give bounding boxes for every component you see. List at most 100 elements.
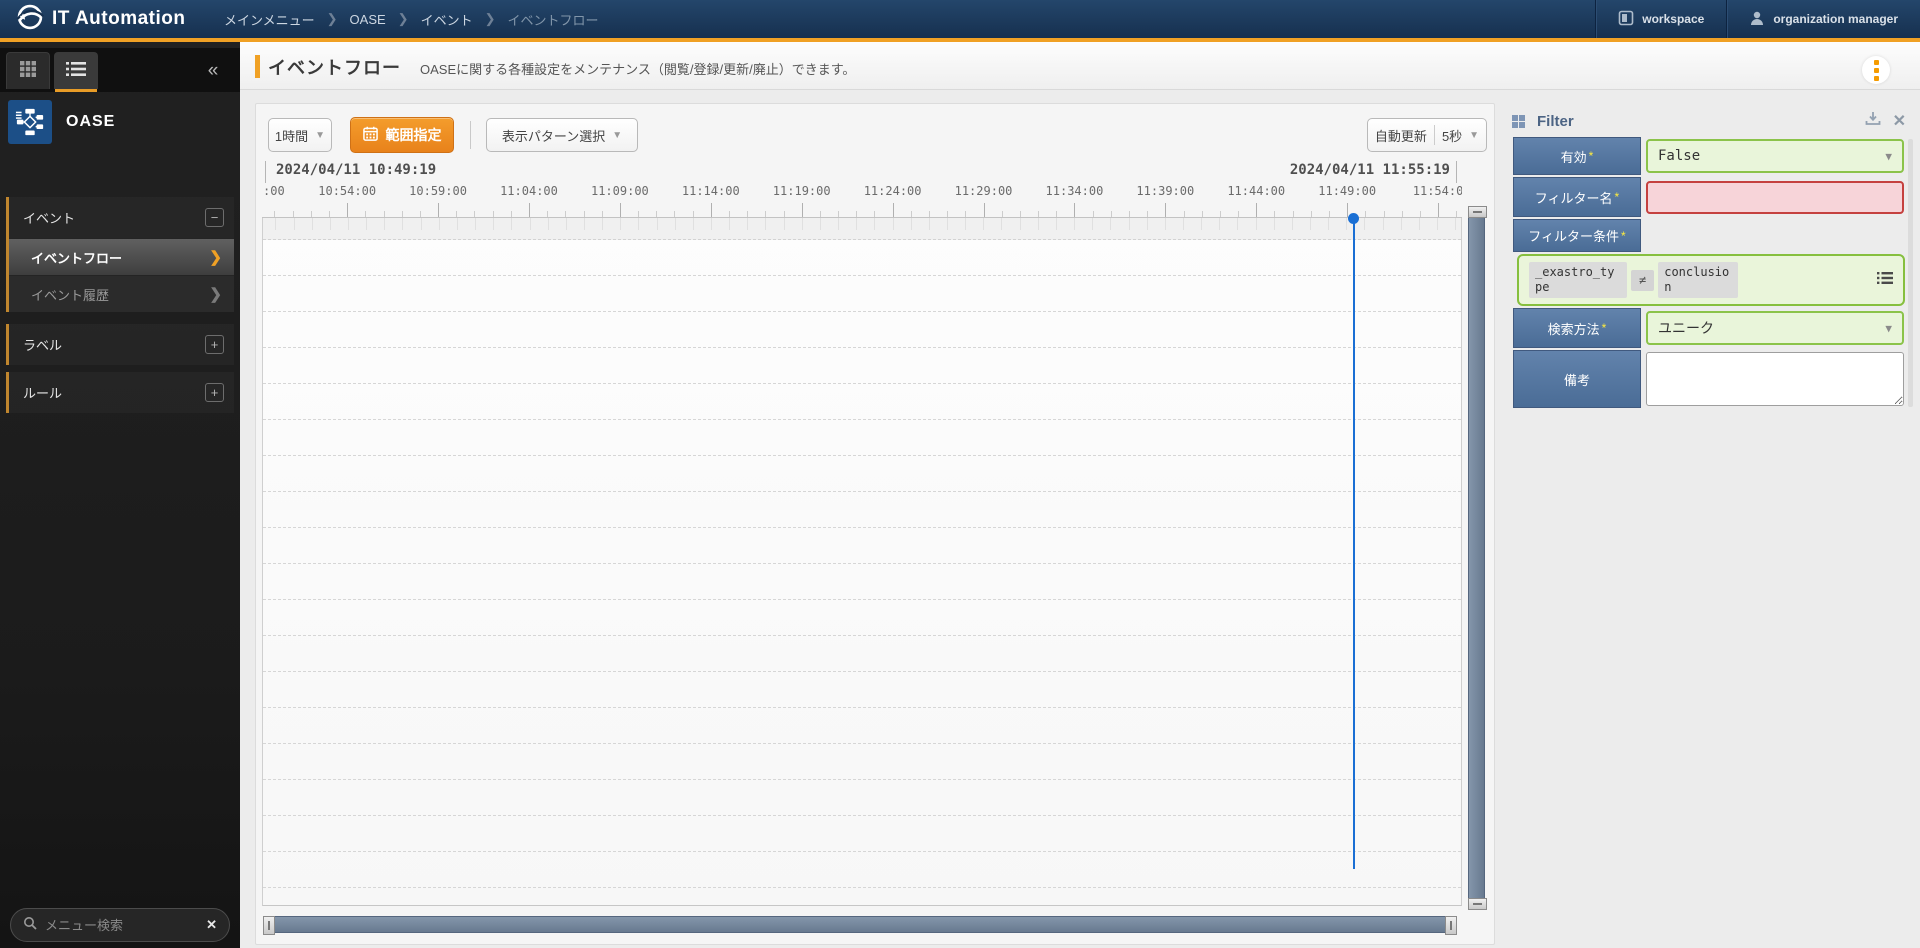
sidebar-group-event-label: イベント: [23, 208, 75, 227]
auto-refresh-control[interactable]: 自動更新 5秒 ▼: [1367, 118, 1487, 152]
expand-plus-icon[interactable]: +: [205, 335, 224, 354]
timeline-plot[interactable]: [262, 218, 1462, 906]
chevron-down-icon: ▼: [315, 130, 325, 141]
ruler-tick: [1129, 211, 1130, 217]
ruler-tick: [1293, 211, 1294, 217]
collapse-minus-icon[interactable]: −: [205, 208, 224, 227]
header-right-area: workspace organization manager: [1595, 0, 1920, 38]
current-time-line: [1353, 218, 1355, 869]
tick-label: 11:09:00: [591, 184, 649, 198]
tick-label: 11:24:00: [864, 184, 922, 198]
band-tick: [1237, 218, 1238, 230]
chevron-down-icon: ▼: [1469, 130, 1479, 141]
sidebar-item-event-history-label: イベント履歴: [31, 285, 109, 304]
filter-name-input[interactable]: [1646, 181, 1904, 214]
ruler-tick: [565, 211, 566, 217]
application-window: IT Automation メインメニュー ❯ OASE ❯ イベント ❯ イベ…: [0, 0, 1920, 948]
ruler-tick: [1093, 211, 1094, 217]
sidebar-group-label-header[interactable]: ラベル +: [9, 324, 234, 365]
workspace-icon: [1618, 10, 1634, 29]
tick-label: 11:49:00: [1318, 184, 1376, 198]
band-tick: [366, 218, 367, 230]
sidebar-item-event-flow[interactable]: イベントフロー ❯: [9, 238, 234, 275]
close-icon[interactable]: ✕: [1893, 111, 1906, 131]
clear-search-icon[interactable]: ✕: [206, 917, 217, 933]
ruler-tick: [474, 211, 475, 217]
band-tick: [475, 218, 476, 230]
band-tick: [1455, 218, 1456, 230]
ruler-tick: [1438, 203, 1439, 217]
ruler-tick: [293, 211, 294, 217]
time-span-select[interactable]: 1時間 ▼: [268, 118, 332, 152]
user-menu-button[interactable]: organization manager: [1726, 0, 1920, 38]
condition-list-icon[interactable]: [1877, 271, 1893, 290]
tick-label: 11:54:0: [1413, 184, 1462, 198]
sidebar-collapse-button[interactable]: «: [194, 56, 232, 86]
band-tick: [638, 218, 639, 230]
vertical-scrollbar[interactable]: [1468, 206, 1485, 910]
search-method-select[interactable]: ユニーク ▼: [1646, 311, 1904, 345]
timeline-row: [263, 744, 1461, 780]
sidebar-group-rule: ルール +: [6, 372, 234, 413]
breadcrumb-event[interactable]: イベント: [421, 10, 473, 29]
timeline-ruler-ticks[interactable]: [262, 201, 1462, 218]
ruler-tick: [1020, 211, 1021, 217]
scrollbar-right-grip[interactable]: [1445, 916, 1457, 935]
breadcrumb-main-menu[interactable]: メインメニュー: [224, 10, 315, 29]
sidebar-tab-menu-list[interactable]: [54, 52, 98, 89]
search-icon: [23, 916, 37, 935]
range-specify-button[interactable]: 範囲指定: [350, 117, 454, 153]
ruler-tick: [1002, 211, 1003, 217]
ruler-tick: [347, 203, 348, 217]
band-tick: [675, 218, 676, 230]
enabled-select[interactable]: False ▼: [1646, 139, 1904, 173]
user-icon: [1749, 10, 1765, 29]
timeline-row: [263, 276, 1461, 312]
band-tick: [493, 218, 494, 230]
required-mark: *: [1621, 229, 1626, 243]
ruler-tick: [1274, 211, 1275, 217]
tick-label: 11:04:00: [500, 184, 558, 198]
scrollbar-top-grip[interactable]: [1468, 206, 1487, 218]
band-tick: [1383, 218, 1384, 230]
tick-label: 11:39:00: [1136, 184, 1194, 198]
filter-condition-box[interactable]: _exastro_type ≠ conclusion: [1517, 254, 1905, 306]
expand-plus-icon[interactable]: +: [205, 383, 224, 402]
grid-icon: [19, 60, 37, 83]
band-tick: [1437, 218, 1438, 230]
range-end-mark: [1456, 161, 1457, 183]
download-icon[interactable]: [1865, 111, 1881, 131]
sidebar-tab-menu-grid[interactable]: [6, 52, 50, 89]
chevron-down-icon: ▼: [1885, 150, 1892, 163]
breadcrumb-oase[interactable]: OASE: [350, 12, 386, 27]
top-header: IT Automation メインメニュー ❯ OASE ❯ イベント ❯ イベ…: [0, 0, 1920, 38]
timeline-row: [263, 348, 1461, 384]
menu-search-input[interactable]: [45, 918, 198, 933]
collapse-chevrons-icon: «: [208, 60, 219, 82]
page-menu-kebab-icon[interactable]: [1862, 56, 1890, 84]
sidebar-group-rule-header[interactable]: ルール +: [9, 372, 234, 413]
app-logo[interactable]: IT Automation: [0, 3, 224, 36]
horizontal-scrollbar[interactable]: [263, 916, 1457, 933]
filter-condition-label-text: フィルター条件: [1528, 226, 1619, 245]
search-method-value: ユニーク: [1658, 318, 1714, 338]
filter-panel-header[interactable]: Filter ✕: [1512, 106, 1914, 136]
enabled-label-text: 有効: [1561, 147, 1587, 166]
band-tick: [275, 218, 276, 230]
sidebar-item-event-history[interactable]: イベント履歴 ❯: [9, 275, 234, 312]
ruler-tick: [1184, 211, 1185, 217]
band-tick: [348, 218, 349, 230]
timeline-top-band: [263, 218, 1461, 240]
band-tick: [294, 218, 295, 230]
sidebar-group-label: ラベル +: [6, 324, 234, 365]
scrollbar-left-grip[interactable]: [263, 916, 275, 935]
filter-panel-scrollbar[interactable]: [1908, 139, 1913, 407]
scrollbar-bottom-grip[interactable]: [1468, 898, 1487, 910]
display-pattern-select[interactable]: 表示パターン選択 ▼: [486, 118, 638, 152]
sidebar-group-event-header[interactable]: イベント −: [9, 197, 234, 238]
required-mark: *: [1602, 321, 1607, 335]
band-tick: [566, 218, 567, 230]
ruler-tick: [511, 211, 512, 217]
note-textarea[interactable]: [1646, 352, 1904, 406]
workspace-button[interactable]: workspace: [1595, 0, 1726, 38]
